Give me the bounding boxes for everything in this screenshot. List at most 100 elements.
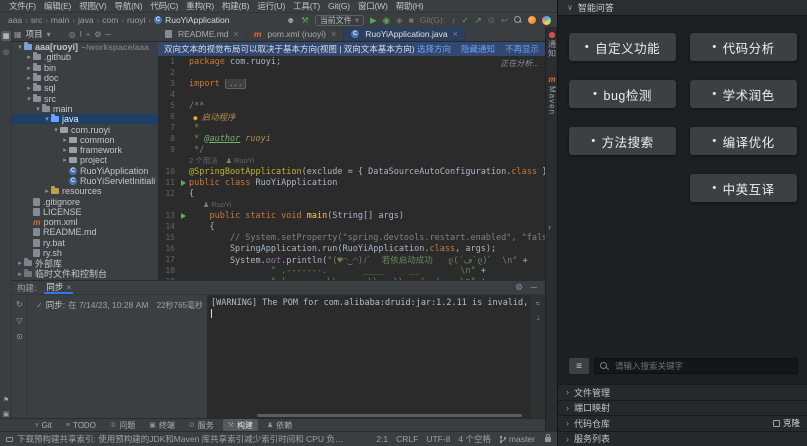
hide-panel-icon[interactable]: ─ [105, 30, 111, 39]
line-number[interactable]: 4 [158, 90, 180, 99]
build-options-icon[interactable]: ⊙ [16, 332, 23, 341]
tree-item[interactable]: ▸bin [12, 63, 158, 73]
tool-window-terminal[interactable]: ▣终端 [144, 419, 180, 432]
line-number[interactable]: 13 [158, 211, 180, 220]
chevron-collapse-icon[interactable]: ∨ [567, 3, 573, 12]
assistant-button[interactable]: bug检测 [569, 80, 676, 108]
git-branch-widget[interactable]: master [499, 434, 535, 444]
hide-build-panel-icon[interactable]: ─ [531, 282, 537, 293]
close-icon[interactable]: × [66, 282, 71, 292]
breadcrumb-item[interactable]: main [51, 15, 69, 25]
clone-button[interactable]: 克隆 [773, 417, 800, 429]
line-number[interactable]: 2 [158, 68, 180, 77]
assistant-button[interactable]: 学术润色 [690, 80, 797, 108]
update-notification-icon[interactable] [528, 16, 536, 24]
tree-item[interactable]: ▸临时文件和控制台 [12, 269, 158, 279]
line-number[interactable]: 10 [158, 167, 180, 176]
project-settings-icon[interactable]: ⚙ [94, 30, 101, 39]
tree-item[interactable]: ▾src [12, 93, 158, 103]
tree-item[interactable]: ▾java [12, 114, 158, 124]
breadcrumb-item[interactable]: java [78, 15, 94, 25]
tool-window-build[interactable]: ⚒构建 [223, 419, 258, 432]
rollback-icon[interactable]: ↩ [501, 16, 508, 25]
breadcrumb-item[interactable]: ruoyi [127, 15, 145, 25]
bookmarks-tool-icon[interactable]: ⚑ [1, 395, 11, 405]
collapse-all-icon[interactable]: ÷ [86, 30, 90, 39]
file-encoding[interactable]: UTF-8 [426, 434, 450, 444]
tree-item[interactable]: ▸project [12, 155, 158, 165]
assistant-menu-button[interactable]: ≡ [569, 358, 589, 374]
line-number[interactable]: 14 [158, 222, 180, 231]
tool-window-git[interactable]: ʏGit [30, 420, 57, 431]
run-button[interactable]: ▶ [370, 16, 377, 25]
tree-item[interactable]: mpom.xml [12, 217, 158, 227]
tree-chevron-icon[interactable]: ▸ [61, 146, 69, 154]
filter-icon[interactable]: ▽ [16, 316, 22, 325]
user-avatar-icon[interactable]: ☻ [286, 16, 295, 25]
status-message[interactable]: 下载预构建共享索引: 使用预构建的JDK和Maven 库共享索引减少索引时间和 … [17, 433, 347, 445]
git-update-icon[interactable]: ↓ [451, 16, 455, 25]
tree-item[interactable]: ▸.github [12, 52, 158, 62]
git-commit-icon[interactable]: ✓ [462, 16, 469, 25]
menu-item[interactable]: 文件(F) [5, 0, 40, 12]
tree-item[interactable]: ry.sh [12, 248, 158, 258]
tree-item[interactable]: CRuoYiServletInitiali [12, 176, 158, 186]
expand-all-icon[interactable]: I [80, 30, 82, 39]
menu-item[interactable]: 编辑(E) [40, 0, 75, 12]
tool-window-problems[interactable]: ①问题 [105, 419, 140, 432]
scroll-to-end-icon[interactable]: ↓ [536, 313, 540, 322]
line-number[interactable]: 6 [158, 112, 180, 121]
line-number[interactable]: 3 [158, 79, 180, 88]
breadcrumb-item[interactable]: src [31, 15, 42, 25]
ai-plugin-icon[interactable] [542, 16, 551, 25]
tree-item[interactable]: CRuoYiApplication [12, 166, 158, 176]
run-configuration-select[interactable]: 当前文件 ▾ [315, 15, 364, 26]
editor-tab[interactable]: CRuoYiApplication.java× [344, 27, 466, 41]
line-number[interactable]: 5 [158, 101, 180, 110]
tree-item[interactable]: ▾aaa [ruoyi]~/workspace/aaa [12, 42, 158, 52]
tree-item[interactable]: ▸framework [12, 145, 158, 155]
section-row[interactable]: ›代码仓库克隆 [558, 415, 807, 431]
tree-chevron-icon[interactable]: ▸ [25, 53, 33, 61]
menu-item[interactable]: 运行(U) [253, 0, 289, 12]
project-tool-icon[interactable]: ▦ [1, 31, 11, 41]
tree-item[interactable]: LICENSE [12, 207, 158, 217]
tree-item[interactable]: ry.bat [12, 238, 158, 248]
tree-item[interactable]: ▸doc [12, 73, 158, 83]
tree-chevron-icon[interactable]: ▸ [25, 64, 33, 72]
line-number[interactable]: 17 [158, 255, 180, 264]
menu-item[interactable]: Git(G) [324, 1, 354, 11]
indent-setting[interactable]: 4 个空格 [458, 433, 491, 445]
editor-tab[interactable]: mpom.xml (ruoyi)× [247, 27, 344, 41]
breadcrumb-item[interactable]: aaa [8, 15, 22, 25]
line-number[interactable]: 18 [158, 266, 180, 275]
tree-item[interactable]: ▸resources [12, 186, 158, 196]
code-area[interactable]: 1package com.ruoyi;23import ...45/**6 ● … [158, 56, 545, 280]
chevron-down-icon[interactable]: ▾ [47, 30, 51, 39]
commit-tool-icon[interactable]: ◎ [1, 47, 11, 57]
banner-action-choose-direction[interactable]: 选择方向 [417, 43, 451, 55]
tree-chevron-icon[interactable]: ▾ [43, 115, 51, 123]
breadcrumb-item[interactable]: CRuoYiApplication [154, 15, 229, 25]
tree-chevron-icon[interactable]: ▸ [43, 187, 51, 195]
close-icon[interactable]: × [453, 29, 458, 39]
assistant-button[interactable]: 方法搜索 [569, 127, 676, 155]
coverage-button[interactable]: ◈ [396, 16, 403, 25]
tree-chevron-icon[interactable]: ▾ [34, 105, 42, 113]
locate-file-icon[interactable]: ◎ [69, 30, 76, 39]
close-icon[interactable]: × [331, 29, 336, 39]
tree-item[interactable]: README.md [12, 227, 158, 237]
banner-action-hide-notification[interactable]: 隐藏通知 [461, 43, 495, 55]
menu-item[interactable]: 代码(C) [146, 0, 182, 12]
section-row[interactable]: ›端口映射 [558, 400, 807, 416]
menu-item[interactable]: 导航(N) [111, 0, 147, 12]
build-settings-icon[interactable]: ⚙ [515, 282, 523, 293]
menu-item[interactable]: 窗口(W) [354, 0, 392, 12]
build-result-tree[interactable]: ✓ 同步: 在 7/14/23, 10:28 AM 22秒765毫秒 [28, 295, 207, 419]
tree-chevron-icon[interactable]: ▸ [25, 74, 33, 82]
line-number[interactable]: 7 [158, 123, 180, 132]
tree-chevron-icon[interactable]: ▸ [16, 259, 24, 267]
tree-chevron-icon[interactable]: ▾ [52, 126, 60, 134]
line-number[interactable]: 9 [158, 145, 180, 154]
menu-item[interactable]: 视图(V) [75, 0, 110, 12]
